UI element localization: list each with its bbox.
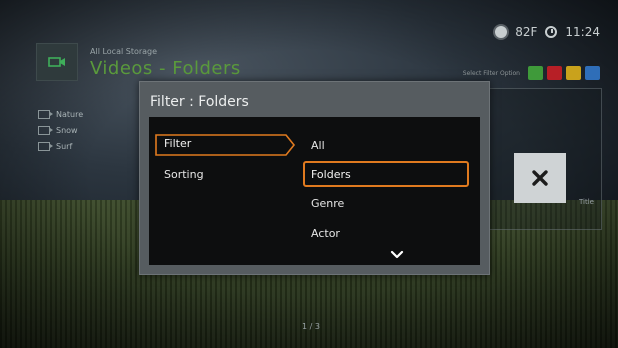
status-bar: 82F 11:24 bbox=[495, 25, 600, 39]
sidebar-item-surf[interactable]: Surf bbox=[38, 138, 83, 154]
video-icon bbox=[38, 125, 53, 135]
category-filter-label: Filter bbox=[164, 137, 192, 150]
preview-meta: Title bbox=[578, 198, 594, 206]
dialog-title: Filter : Folders bbox=[150, 94, 249, 110]
clock-time: 11:24 bbox=[565, 25, 600, 39]
breadcrumb: All Local Storage bbox=[90, 47, 158, 56]
weather-icon bbox=[495, 26, 508, 38]
video-icon bbox=[38, 141, 53, 151]
option-folders-label: Folders bbox=[311, 168, 351, 181]
green-key-button[interactable] bbox=[528, 66, 543, 80]
sidebar-item-label: Nature bbox=[56, 109, 84, 119]
category-filter[interactable]: Filter bbox=[154, 133, 296, 156]
chevron-down-icon[interactable] bbox=[390, 250, 404, 259]
video-camera-icon bbox=[48, 57, 65, 67]
dialog-body: Filter Sorting All Folders Genre Actor bbox=[149, 117, 480, 265]
option-actor[interactable]: Actor bbox=[311, 227, 340, 240]
option-genre[interactable]: Genre bbox=[311, 197, 344, 210]
sidebar-item-label: Snow bbox=[56, 125, 78, 135]
yellow-key-button[interactable] bbox=[566, 66, 581, 80]
sidebar-item-nature[interactable]: Nature bbox=[38, 106, 83, 122]
video-icon bbox=[38, 109, 53, 119]
blue-key-button[interactable] bbox=[585, 66, 600, 80]
option-all[interactable]: All bbox=[311, 139, 325, 152]
color-key-legend: Select Filter Option bbox=[463, 66, 600, 80]
sidebar-item-snow[interactable]: Snow bbox=[38, 122, 83, 138]
red-key-button[interactable] bbox=[547, 66, 562, 80]
sidebar-item-label: Surf bbox=[56, 141, 73, 151]
temperature: 82F bbox=[515, 25, 538, 39]
close-button[interactable] bbox=[514, 153, 566, 203]
page-title: Videos - Folders bbox=[90, 58, 241, 79]
close-icon bbox=[532, 170, 548, 186]
clock-icon bbox=[545, 26, 558, 38]
category-sorting[interactable]: Sorting bbox=[164, 168, 204, 181]
color-key-label: Select Filter Option bbox=[462, 69, 520, 77]
filter-dialog: Filter : Folders Filter Sorting All Fold… bbox=[139, 81, 490, 275]
option-folders[interactable]: Folders bbox=[303, 161, 469, 187]
page-indicator: 1 / 3 bbox=[302, 322, 320, 331]
video-library-tile bbox=[36, 43, 78, 81]
sidebar-folder-list: Nature Snow Surf bbox=[38, 106, 83, 154]
